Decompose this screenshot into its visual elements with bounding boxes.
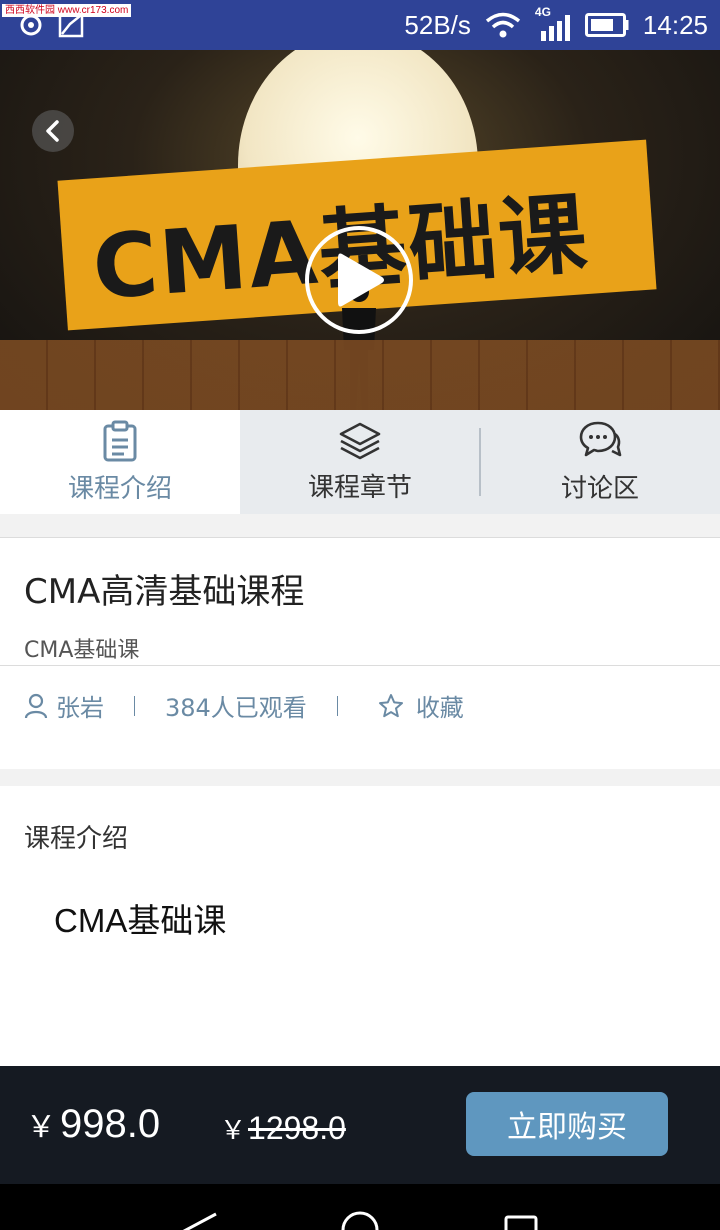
- current-price: ￥ 998.0: [26, 1102, 160, 1147]
- course-subtitle: CMA基础课: [24, 638, 140, 663]
- favorite-button[interactable]: 收藏: [378, 688, 464, 723]
- tab-label: 课程介绍: [67, 473, 172, 504]
- teacher: 张岩: [24, 688, 104, 723]
- tab-divider: [479, 428, 481, 496]
- course-title: CMA高清基础课程: [24, 572, 305, 612]
- tab-label: 讨论区: [560, 473, 639, 504]
- intro-body: CMA基础课: [54, 902, 227, 939]
- network-speed: 52B/s: [404, 9, 471, 40]
- nav-back-icon[interactable]: [180, 1184, 220, 1230]
- system-nav-bar: [0, 1184, 720, 1230]
- intro-heading: 课程介绍: [24, 824, 129, 854]
- original-price-value: 1298.0: [248, 1110, 346, 1146]
- original-price: ￥1298.0: [220, 1110, 346, 1147]
- course-meta: 张岩 384人已观看 收藏: [24, 688, 464, 723]
- tab-label: 课程章节: [307, 472, 412, 503]
- stage-floor: [0, 340, 720, 410]
- play-button[interactable]: [305, 226, 413, 334]
- meta-separator: [336, 695, 338, 716]
- view-count: 384人已观看: [165, 694, 307, 722]
- clock: 14:25: [642, 9, 708, 40]
- notification-icons: [18, 12, 84, 38]
- nav-home-icon[interactable]: [340, 1184, 380, 1230]
- course-tabs: 课程介绍 课程章节 讨论区: [0, 410, 720, 514]
- layers-icon: [339, 422, 381, 459]
- chat-bubbles-icon: [579, 421, 622, 456]
- status-right: 52B/s 4G 14:25: [404, 0, 708, 50]
- status-bar: 西西软件园 www.cr173.com 52B/s 4G 14:25: [0, 0, 720, 50]
- course-info-card: CMA高清基础课程 CMA基础课 张岩 384人已观看 收藏: [0, 537, 720, 769]
- currency-symbol: ￥: [26, 1111, 56, 1144]
- course-video-cover[interactable]: CMA基础课: [0, 50, 720, 410]
- battery-icon: [584, 13, 629, 37]
- meta-separator: [134, 695, 135, 716]
- teacher-name: 张岩: [56, 694, 104, 722]
- settings-notification-icon: [20, 14, 42, 36]
- user-icon: [24, 693, 48, 718]
- favorite-label: 收藏: [415, 694, 464, 722]
- back-button[interactable]: [32, 110, 74, 152]
- back-arrow-icon: [46, 120, 59, 142]
- nav-recents-icon[interactable]: [502, 1184, 542, 1230]
- divider: [0, 665, 720, 666]
- tab-course-intro[interactable]: 课程介绍: [0, 410, 240, 514]
- signal-indicator: 4G: [535, 5, 571, 41]
- currency-symbol: ￥: [220, 1115, 247, 1145]
- network-type: 4G: [534, 5, 551, 19]
- play-icon: [338, 253, 384, 307]
- image-notification-icon: [58, 12, 84, 38]
- purchase-bar: ￥ 998.0 ￥1298.0 立即购买: [0, 1066, 720, 1184]
- clipboard-icon: [103, 420, 137, 461]
- price-value: 998.0: [60, 1102, 161, 1146]
- buy-now-button[interactable]: 立即购买: [466, 1092, 668, 1156]
- star-icon: [378, 693, 403, 717]
- course-intro-section: 课程介绍 CMA基础课: [0, 786, 720, 1066]
- tab-discussion[interactable]: 讨论区: [480, 410, 720, 514]
- tab-course-chapters[interactable]: 课程章节: [240, 410, 480, 514]
- wifi-icon: [485, 12, 521, 38]
